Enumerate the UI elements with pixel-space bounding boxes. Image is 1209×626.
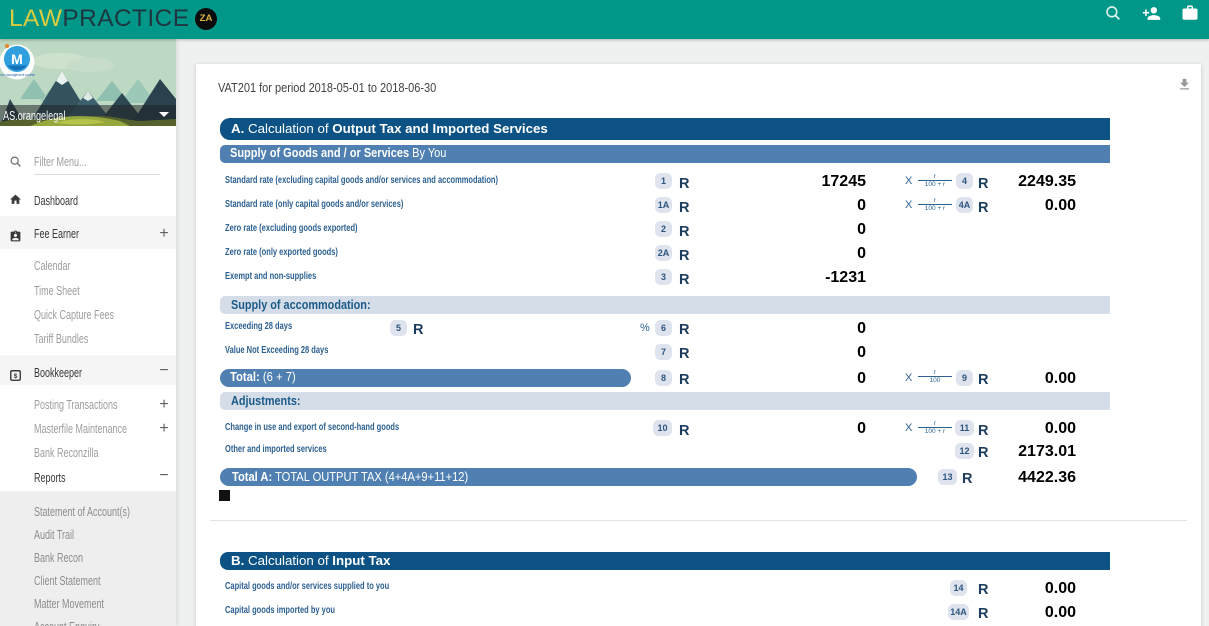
svg-text:M: M xyxy=(11,51,23,67)
svg-text:$: $ xyxy=(14,373,18,380)
svg-text:your management partner: your management partner xyxy=(0,73,36,77)
